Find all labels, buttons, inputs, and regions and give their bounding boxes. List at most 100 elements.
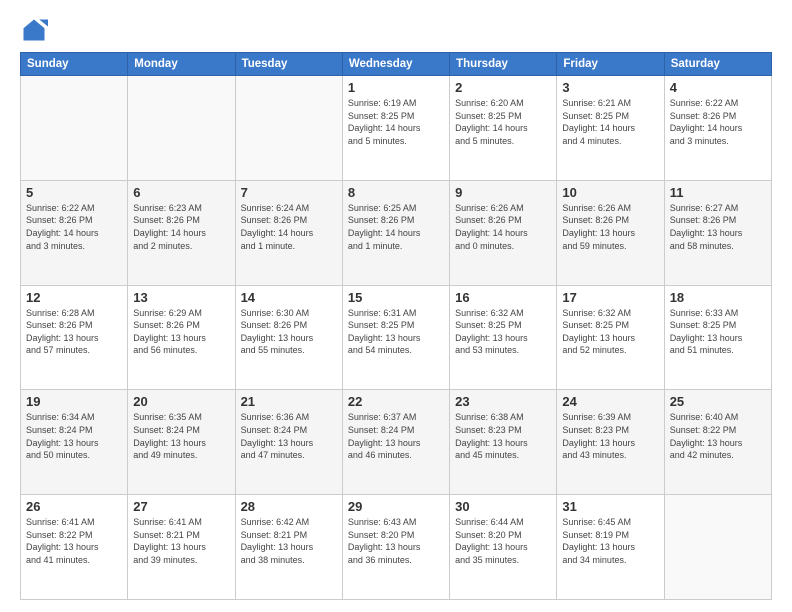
table-row: 12 Sunrise: 6:28 AM Sunset: 8:26 PM Dayli… [21, 285, 128, 390]
table-row: 20Sunrise: 6:35 AM Sunset: 8:24 PM Dayli… [128, 390, 235, 495]
day-number: 1 [348, 80, 444, 95]
day-info: Sunrise: 6:25 AM Sunset: 8:26 PM Dayligh… [348, 202, 444, 252]
day-number: 6 [133, 185, 229, 200]
day-info: Sunrise: 6:43 AM Sunset: 8:20 PM Dayligh… [348, 516, 444, 566]
col-thursday: Thursday [450, 53, 557, 76]
day-number: 28 [241, 499, 337, 514]
day-info: Sunrise: 6:32 AM Sunset: 8:25 PM Dayligh… [455, 307, 551, 357]
logo [20, 16, 52, 44]
table-row: 7 Sunrise: 6:24 AM Sunset: 8:26 PM Daylig… [235, 180, 342, 285]
day-info: Sunrise: 6:26 AM Sunset: 8:26 PM Dayligh… [562, 202, 658, 252]
col-wednesday: Wednesday [342, 53, 449, 76]
table-row: 6 Sunrise: 6:23 AM Sunset: 8:26 PM Daylig… [128, 180, 235, 285]
logo-icon [20, 16, 48, 44]
table-row: 25 Sunrise: 6:40 AM Sunset: 8:22 PM Dayli… [664, 390, 771, 495]
table-row: 16 Sunrise: 6:32 AM Sunset: 8:25 PM Dayli… [450, 285, 557, 390]
calendar-week-row: 5 Sunrise: 6:22 AM Sunset: 8:26 PM Daylig… [21, 180, 772, 285]
day-info: Sunrise: 6:41 AM Sunset: 8:22 PM Dayligh… [26, 516, 122, 566]
header [20, 16, 772, 44]
day-number: 25 [670, 394, 766, 409]
table-row: 21 Sunrise: 6:36 AM Sunset: 8:24 PM Dayli… [235, 390, 342, 495]
day-info: Sunrise: 6:39 AM Sunset: 8:23 PM Dayligh… [562, 411, 658, 461]
table-row: 3 Sunrise: 6:21 AM Sunset: 8:25 PM Daylig… [557, 76, 664, 181]
day-number: 7 [241, 185, 337, 200]
day-number: 14 [241, 290, 337, 305]
day-number: 4 [670, 80, 766, 95]
table-row: 13Sunrise: 6:29 AM Sunset: 8:26 PM Dayli… [128, 285, 235, 390]
calendar: Sunday Monday Tuesday Wednesday Thursday… [20, 52, 772, 600]
table-row: 11 Sunrise: 6:27 AM Sunset: 8:26 PM Dayli… [664, 180, 771, 285]
day-info: Sunrise: 6:32 AM Sunset: 8:25 PM Dayligh… [562, 307, 658, 357]
day-number: 18 [670, 290, 766, 305]
day-number: 12 [26, 290, 122, 305]
col-monday: Monday [128, 53, 235, 76]
table-row [664, 495, 771, 600]
table-row: 15Sunrise: 6:31 AM Sunset: 8:25 PM Dayli… [342, 285, 449, 390]
day-info: Sunrise: 6:38 AM Sunset: 8:23 PM Dayligh… [455, 411, 551, 461]
table-row: 14Sunrise: 6:30 AM Sunset: 8:26 PM Dayli… [235, 285, 342, 390]
day-number: 8 [348, 185, 444, 200]
day-number: 22 [348, 394, 444, 409]
table-row [235, 76, 342, 181]
table-row: 26 Sunrise: 6:41 AM Sunset: 8:22 PM Dayli… [21, 495, 128, 600]
day-info: Sunrise: 6:40 AM Sunset: 8:22 PM Dayligh… [670, 411, 766, 461]
table-row: 10 Sunrise: 6:26 AM Sunset: 8:26 PM Dayli… [557, 180, 664, 285]
day-info: Sunrise: 6:45 AM Sunset: 8:19 PM Dayligh… [562, 516, 658, 566]
day-number: 11 [670, 185, 766, 200]
table-row: 29 Sunrise: 6:43 AM Sunset: 8:20 PM Dayli… [342, 495, 449, 600]
table-row: 22 Sunrise: 6:37 AM Sunset: 8:24 PM Dayli… [342, 390, 449, 495]
table-row: 5 Sunrise: 6:22 AM Sunset: 8:26 PM Daylig… [21, 180, 128, 285]
day-info: Sunrise: 6:19 AM Sunset: 8:25 PM Dayligh… [348, 97, 444, 147]
calendar-week-row: 1 Sunrise: 6:19 AM Sunset: 8:25 PM Daylig… [21, 76, 772, 181]
day-number: 31 [562, 499, 658, 514]
day-info: Sunrise: 6:23 AM Sunset: 8:26 PM Dayligh… [133, 202, 229, 252]
day-info: Sunrise: 6:36 AM Sunset: 8:24 PM Dayligh… [241, 411, 337, 461]
table-row: 17 Sunrise: 6:32 AM Sunset: 8:25 PM Dayli… [557, 285, 664, 390]
day-info: Sunrise: 6:41 AM Sunset: 8:21 PM Dayligh… [133, 516, 229, 566]
table-row: 24 Sunrise: 6:39 AM Sunset: 8:23 PM Dayli… [557, 390, 664, 495]
day-info: Sunrise: 6:28 AM Sunset: 8:26 PM Dayligh… [26, 307, 122, 357]
day-info: Sunrise: 6:29 AM Sunset: 8:26 PM Dayligh… [133, 307, 229, 357]
day-info: Sunrise: 6:26 AM Sunset: 8:26 PM Dayligh… [455, 202, 551, 252]
day-info: Sunrise: 6:37 AM Sunset: 8:24 PM Dayligh… [348, 411, 444, 461]
day-info: Sunrise: 6:21 AM Sunset: 8:25 PM Dayligh… [562, 97, 658, 147]
calendar-header-row: Sunday Monday Tuesday Wednesday Thursday… [21, 53, 772, 76]
col-sunday: Sunday [21, 53, 128, 76]
day-number: 5 [26, 185, 122, 200]
day-number: 3 [562, 80, 658, 95]
day-number: 2 [455, 80, 551, 95]
day-info: Sunrise: 6:24 AM Sunset: 8:26 PM Dayligh… [241, 202, 337, 252]
day-number: 23 [455, 394, 551, 409]
day-info: Sunrise: 6:35 AM Sunset: 8:24 PM Dayligh… [133, 411, 229, 461]
table-row: 2 Sunrise: 6:20 AM Sunset: 8:25 PM Daylig… [450, 76, 557, 181]
day-number: 10 [562, 185, 658, 200]
table-row: 8 Sunrise: 6:25 AM Sunset: 8:26 PM Daylig… [342, 180, 449, 285]
day-number: 24 [562, 394, 658, 409]
day-number: 15 [348, 290, 444, 305]
col-saturday: Saturday [664, 53, 771, 76]
table-row: 23 Sunrise: 6:38 AM Sunset: 8:23 PM Dayli… [450, 390, 557, 495]
calendar-week-row: 12 Sunrise: 6:28 AM Sunset: 8:26 PM Dayli… [21, 285, 772, 390]
day-info: Sunrise: 6:34 AM Sunset: 8:24 PM Dayligh… [26, 411, 122, 461]
day-number: 21 [241, 394, 337, 409]
day-info: Sunrise: 6:42 AM Sunset: 8:21 PM Dayligh… [241, 516, 337, 566]
table-row: 4Sunrise: 6:22 AM Sunset: 8:26 PM Daylig… [664, 76, 771, 181]
day-number: 26 [26, 499, 122, 514]
table-row: 19Sunrise: 6:34 AM Sunset: 8:24 PM Dayli… [21, 390, 128, 495]
table-row: 9 Sunrise: 6:26 AM Sunset: 8:26 PM Daylig… [450, 180, 557, 285]
table-row [21, 76, 128, 181]
table-row: 27Sunrise: 6:41 AM Sunset: 8:21 PM Dayli… [128, 495, 235, 600]
table-row: 1 Sunrise: 6:19 AM Sunset: 8:25 PM Daylig… [342, 76, 449, 181]
table-row: 18 Sunrise: 6:33 AM Sunset: 8:25 PM Dayli… [664, 285, 771, 390]
day-number: 9 [455, 185, 551, 200]
day-number: 17 [562, 290, 658, 305]
day-info: Sunrise: 6:20 AM Sunset: 8:25 PM Dayligh… [455, 97, 551, 147]
day-number: 16 [455, 290, 551, 305]
table-row [128, 76, 235, 181]
day-info: Sunrise: 6:27 AM Sunset: 8:26 PM Dayligh… [670, 202, 766, 252]
day-info: Sunrise: 6:22 AM Sunset: 8:26 PM Dayligh… [26, 202, 122, 252]
col-tuesday: Tuesday [235, 53, 342, 76]
day-info: Sunrise: 6:33 AM Sunset: 8:25 PM Dayligh… [670, 307, 766, 357]
table-row: 31 Sunrise: 6:45 AM Sunset: 8:19 PM Dayli… [557, 495, 664, 600]
day-number: 29 [348, 499, 444, 514]
